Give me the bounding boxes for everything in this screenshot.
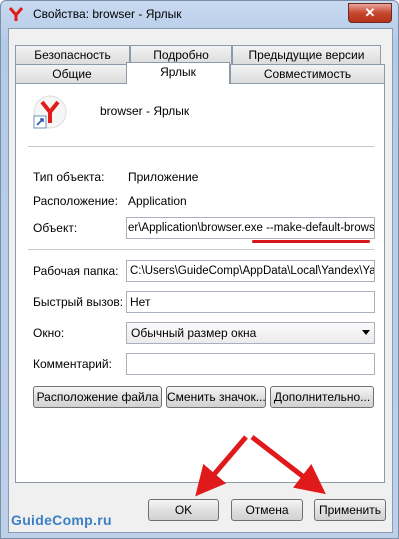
advanced-button[interactable]: Дополнительно...: [270, 386, 374, 408]
cancel-button[interactable]: Отмена: [231, 499, 303, 521]
type-label: Тип объекта:: [33, 170, 105, 184]
dialog-window: Свойства: browser - Ярлык ✕ Безопасность…: [0, 0, 399, 539]
comment-label: Комментарий:: [33, 357, 112, 371]
workdir-field[interactable]: C:\Users\GuideComp\AppData\Local\Yandex\…: [126, 260, 375, 282]
tab-compatibility[interactable]: Совместимость: [230, 64, 385, 83]
object-label: Объект:: [33, 221, 78, 235]
divider: [28, 146, 374, 148]
change-icon-button[interactable]: Сменить значок...: [166, 386, 266, 408]
tab-general[interactable]: Общие: [15, 64, 129, 83]
close-button[interactable]: ✕: [348, 3, 392, 23]
watermark-text: GuideComp.ru: [11, 512, 112, 528]
ok-button[interactable]: OK: [148, 499, 219, 521]
type-value: Приложение: [128, 170, 199, 184]
window-mode-label: Окно:: [33, 326, 65, 340]
apply-button[interactable]: Применить: [314, 499, 386, 521]
dialog-client: Безопасность Подробно Предыдущие версии …: [8, 28, 393, 533]
yandex-browser-icon: [8, 7, 24, 21]
divider: [28, 249, 374, 251]
chevron-down-icon: [362, 330, 370, 335]
window-title: Свойства: browser - Ярлык: [33, 7, 182, 21]
title-bar[interactable]: Свойства: browser - Ярлык ✕: [1, 1, 398, 27]
workdir-label: Рабочая папка:: [33, 264, 119, 278]
location-label: Расположение:: [33, 194, 118, 208]
tab-previous-versions[interactable]: Предыдущие версии: [232, 45, 381, 64]
tab-shortcut[interactable]: Ярлык: [126, 62, 230, 84]
window-mode-select[interactable]: Обычный размер окна: [126, 322, 375, 344]
object-field[interactable]: er\Application\browser.exe --make-defaul…: [126, 217, 375, 239]
open-file-location-button[interactable]: Расположение файла: [33, 386, 162, 408]
location-value: Application: [128, 194, 187, 208]
hotkey-label: Быстрый вызов:: [33, 295, 124, 309]
shortcut-app-icon: [33, 95, 67, 129]
comment-field[interactable]: [126, 353, 375, 375]
tab-security[interactable]: Безопасность: [15, 45, 130, 64]
window-mode-value: Обычный размер окна: [131, 326, 257, 340]
shortcut-panel: browser - Ярлык Тип объекта: Приложение …: [15, 83, 385, 483]
highlight-underline: [252, 240, 370, 243]
hotkey-field[interactable]: Нет: [126, 291, 375, 313]
shortcut-name: browser - Ярлык: [100, 104, 190, 118]
